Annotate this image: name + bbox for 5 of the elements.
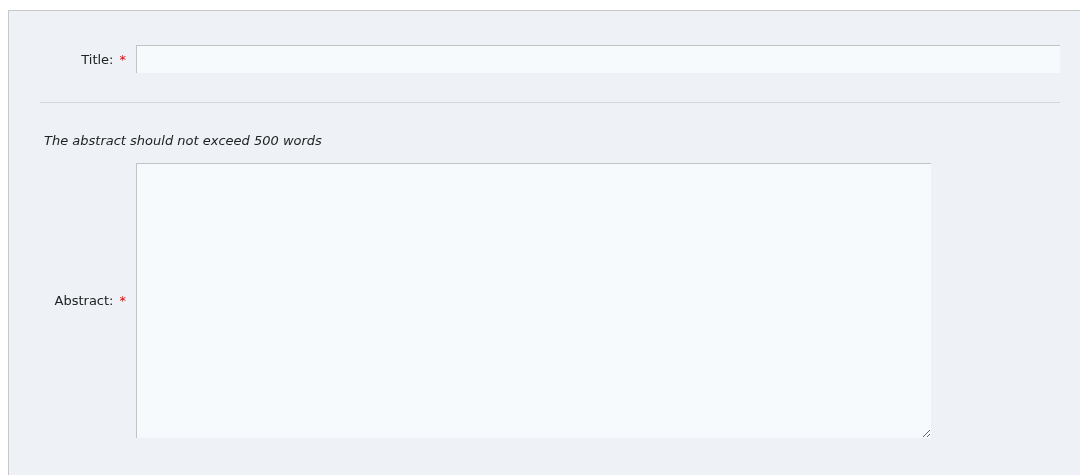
title-input-field[interactable] [136, 45, 1060, 73]
field-label: Title: * [80, 51, 127, 67]
hint-text: The abstract should not exceed 500 words [44, 133, 323, 150]
field-label: Abstract: * [53, 293, 127, 308]
abstract-text-area[interactable] [136, 163, 931, 438]
